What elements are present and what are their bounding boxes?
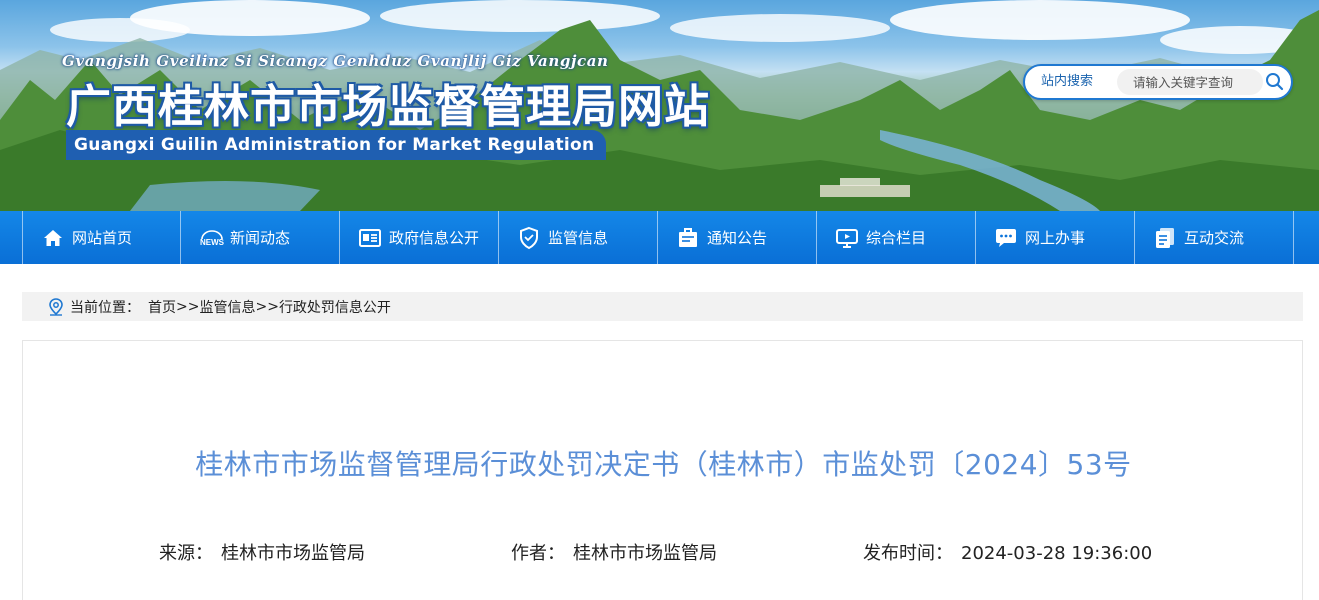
nav-label-general: 综合栏目 (866, 229, 927, 247)
breadcrumb: 当前位置： 首页 >> 监管信息 >> 行政处罚信息公开 (22, 292, 1303, 321)
site-search: 站内搜索 (1023, 64, 1293, 100)
article-panel: 桂林市市场监督管理局行政处罚决定书（桂林市）市监处罚〔2024〕53号 来源： 桂… (22, 340, 1303, 600)
home-icon (41, 226, 65, 250)
documents-icon (1153, 226, 1177, 250)
info-board-icon (358, 226, 382, 250)
site-pinyin-title: Gvangjsih Gveilinz Si Sicangz Genhduz Gv… (62, 52, 609, 70)
nav-label-notice: 通知公告 (707, 229, 768, 247)
site-english-title: Guangxi Guilin Administration for Market… (66, 130, 607, 160)
nav-item-gov-info[interactable]: 政府信息公开 (340, 211, 499, 264)
article-source: 来源： 桂林市市场监管局 (159, 539, 365, 565)
nav-item-notice[interactable]: 通知公告 (658, 211, 817, 264)
location-pin-icon (48, 297, 64, 316)
nav-item-online-service[interactable]: 网上办事 (976, 211, 1135, 264)
search-input[interactable] (1117, 69, 1263, 95)
nav-label-home: 网站首页 (72, 229, 133, 247)
main-navigation: 网站首页 NEWS 新闻动态 政府信息公开 监管信息 通知公告 综合栏目 网上办… (0, 211, 1319, 264)
nav-label-supervision: 监管信息 (548, 229, 609, 247)
nav-label-online-service: 网上办事 (1025, 229, 1086, 247)
author-value: 桂林市市场监管局 (573, 543, 717, 564)
breadcrumb-separator: >> (176, 298, 200, 315)
notice-icon (676, 226, 700, 250)
chat-icon (994, 226, 1018, 250)
breadcrumb-supervision[interactable]: 监管信息 (199, 297, 255, 317)
nav-item-general[interactable]: 综合栏目 (817, 211, 976, 264)
nav-label-interaction: 互动交流 (1184, 229, 1245, 247)
breadcrumb-home[interactable]: 首页 (148, 297, 176, 317)
breadcrumb-separator: >> (255, 298, 279, 315)
nav-label-news: 新闻动态 (230, 229, 291, 247)
nav-item-supervision[interactable]: 监管信息 (499, 211, 658, 264)
article-author: 作者： 桂林市市场监管局 (511, 539, 717, 565)
date-value: 2024-03-28 19:36:00 (961, 543, 1153, 564)
source-label: 来源： (159, 543, 213, 564)
svg-text:NEWS: NEWS (200, 238, 225, 247)
search-label: 站内搜索 (1041, 74, 1094, 89)
header-banner: Gvangjsih Gveilinz Si Sicangz Genhduz Gv… (0, 0, 1319, 211)
breadcrumb-penalty-disclosure[interactable]: 行政处罚信息公开 (279, 297, 391, 317)
search-icon[interactable] (1263, 70, 1287, 94)
breadcrumb-prefix: 当前位置： (70, 299, 140, 316)
shield-icon (517, 226, 541, 250)
nav-label-gov-info: 政府信息公开 (389, 229, 480, 247)
author-label: 作者： (511, 543, 565, 564)
article-title: 桂林市市场监督管理局行政处罚决定书（桂林市）市监处罚〔2024〕53号 (195, 448, 1132, 481)
nav-item-interaction[interactable]: 互动交流 (1135, 211, 1294, 264)
news-icon: NEWS (199, 226, 225, 250)
site-title: 广西桂林市市场监督管理局网站 (66, 80, 711, 133)
date-label: 发布时间： (863, 543, 953, 564)
monitor-icon (835, 226, 859, 250)
source-value: 桂林市市场监管局 (221, 543, 365, 564)
nav-item-news[interactable]: NEWS 新闻动态 (181, 211, 340, 264)
nav-item-home[interactable]: 网站首页 (22, 211, 181, 264)
article-date: 发布时间： 2024-03-28 19:36:00 (863, 539, 1152, 565)
